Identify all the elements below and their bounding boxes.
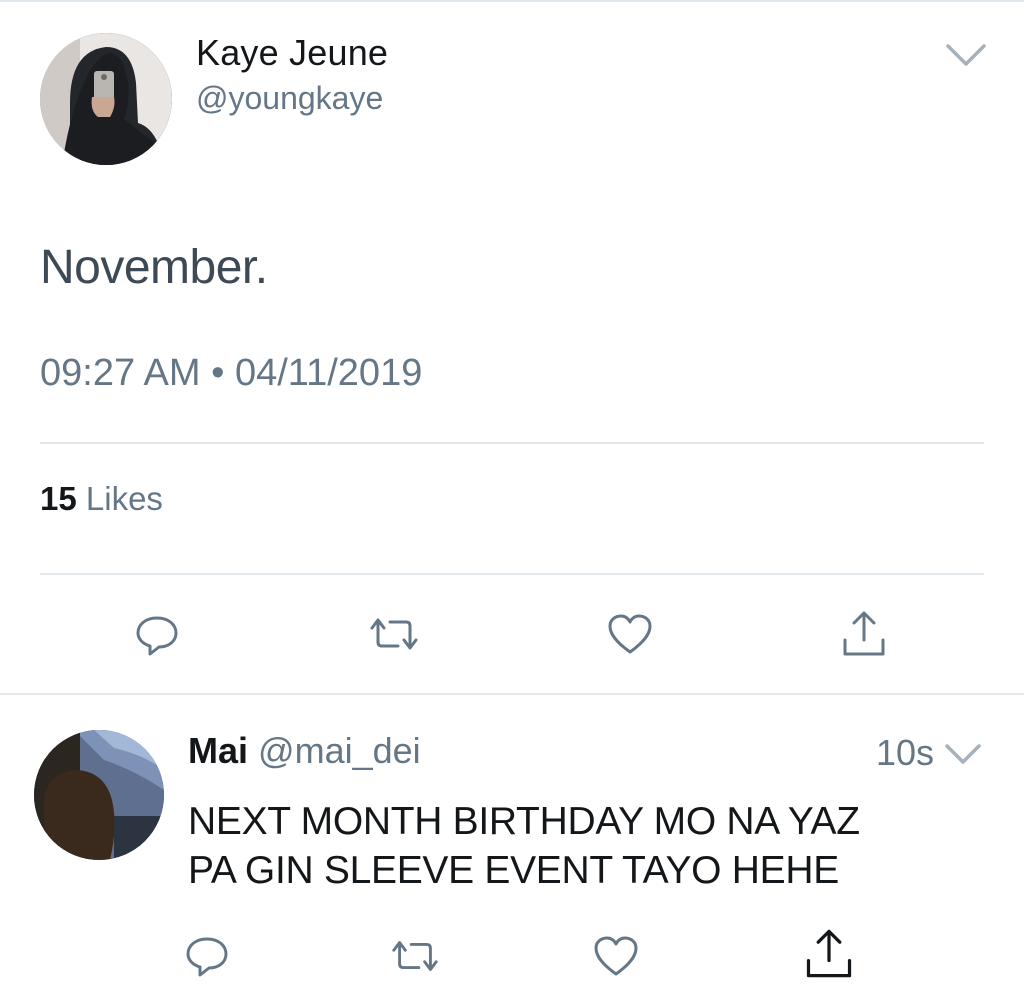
- reply-text-line: PA GIN SLEEVE EVENT TAYO HEHE: [188, 849, 839, 892]
- reply-author-name[interactable]: Mai: [188, 730, 248, 771]
- likes-label: Likes: [85, 480, 163, 517]
- chevron-down-icon[interactable]: [944, 40, 988, 70]
- divider: [40, 442, 984, 444]
- reply-author-avatar[interactable]: [34, 730, 164, 860]
- retweet-icon[interactable]: [366, 614, 422, 654]
- share-icon[interactable]: [802, 926, 856, 980]
- divider: [40, 573, 984, 575]
- retweet-icon[interactable]: [388, 936, 442, 976]
- chevron-down-icon[interactable]: [943, 741, 983, 767]
- reply-text: NEXT MONTH BIRTHDAY MO NA YAZ PA GIN SLE…: [188, 797, 988, 895]
- reply-author-handle[interactable]: @mai_dei: [258, 730, 421, 771]
- share-icon[interactable]: [840, 608, 888, 658]
- author-avatar[interactable]: [40, 33, 172, 165]
- section-divider: [0, 693, 1024, 695]
- reply-text-line: NEXT MONTH BIRTHDAY MO NA YAZ: [188, 800, 860, 843]
- likes-count[interactable]: 15 Likes: [40, 480, 163, 518]
- tweet-timestamp: 09:27 AM • 04/11/2019: [40, 352, 423, 394]
- author-name[interactable]: Kaye Jeune: [196, 32, 388, 74]
- top-divider: [0, 0, 1024, 2]
- likes-number: 15: [40, 480, 77, 517]
- like-icon[interactable]: [592, 934, 640, 978]
- like-icon[interactable]: [606, 612, 654, 656]
- reply-icon[interactable]: [132, 612, 182, 658]
- reply-timestamp: 10s: [876, 732, 935, 773]
- tweet-detail-screen: Kaye Jeune @youngkaye November. 09:27 AM…: [0, 0, 1024, 1008]
- tweet-text: November.: [40, 241, 268, 294]
- author-handle[interactable]: @youngkaye: [196, 80, 383, 117]
- reply-header: Mai @mai_dei: [188, 730, 421, 772]
- reply-icon[interactable]: [184, 934, 230, 978]
